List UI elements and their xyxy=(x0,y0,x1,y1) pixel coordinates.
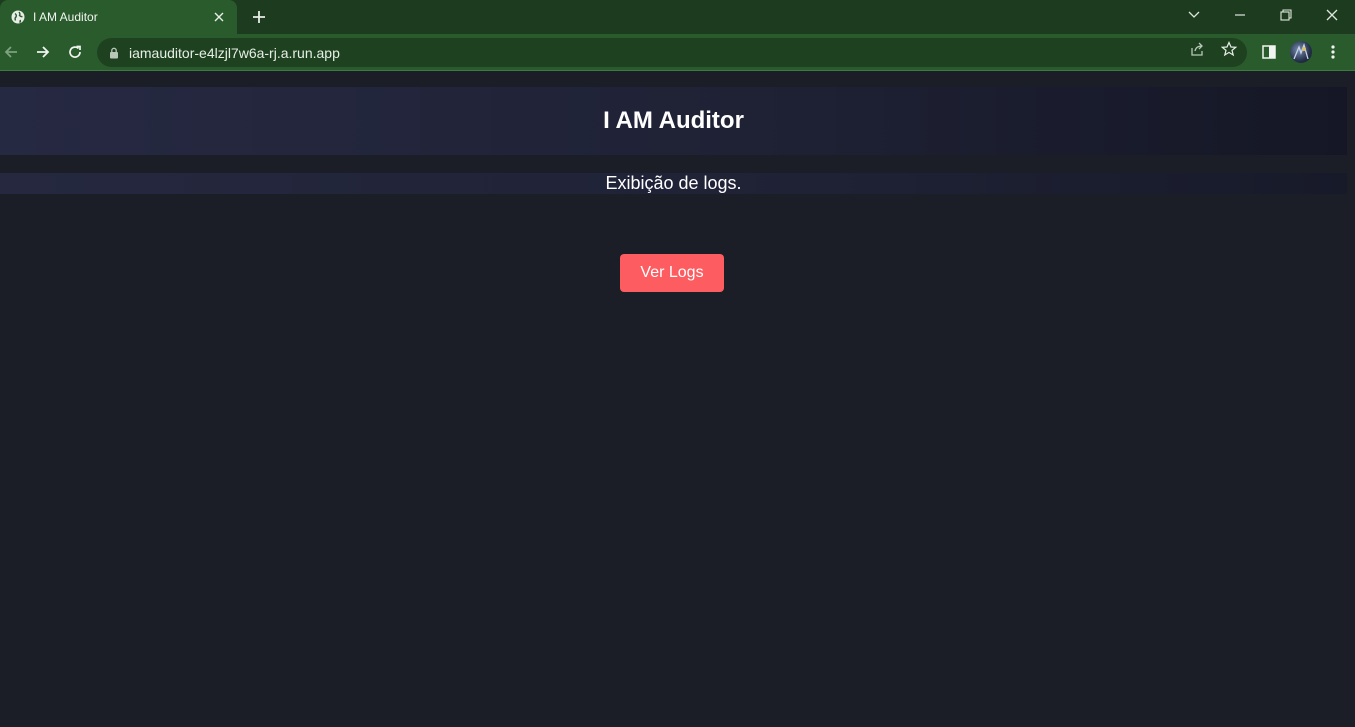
subtitle-bar: Exibição de logs. xyxy=(0,173,1347,194)
page-content: I AM Auditor Exibição de logs. Ver Logs xyxy=(0,72,1355,727)
profile-avatar[interactable] xyxy=(1290,41,1312,63)
forward-icon[interactable] xyxy=(32,41,54,63)
page-title: I AM Auditor xyxy=(603,107,744,134)
browser-toolbar: iamauditor-e4lzjl7w6a-rj.a.run.app xyxy=(0,34,1355,71)
globe-icon xyxy=(10,9,26,25)
menu-kebab-icon[interactable] xyxy=(1323,42,1343,62)
page-subtitle: Exibição de logs. xyxy=(605,173,742,193)
bookmark-star-icon[interactable] xyxy=(1220,40,1238,58)
ver-logs-button[interactable]: Ver Logs xyxy=(620,254,724,292)
reload-icon[interactable] xyxy=(64,41,86,63)
page-header: I AM Auditor xyxy=(0,87,1347,155)
url-text: iamauditor-e4lzjl7w6a-rj.a.run.app xyxy=(129,44,340,61)
tab-title: I AM Auditor xyxy=(33,10,98,24)
side-panel-icon[interactable] xyxy=(1259,42,1279,62)
restore-icon[interactable] xyxy=(1274,5,1298,25)
close-tab-icon[interactable] xyxy=(211,9,227,25)
minimize-icon[interactable] xyxy=(1228,5,1252,25)
close-window-icon[interactable] xyxy=(1320,5,1344,25)
share-icon[interactable] xyxy=(1188,40,1206,58)
tab-search-icon[interactable] xyxy=(1182,5,1206,25)
address-bar[interactable]: iamauditor-e4lzjl7w6a-rj.a.run.app xyxy=(97,38,1247,67)
new-tab-icon[interactable] xyxy=(249,7,269,27)
lock-icon[interactable] xyxy=(109,47,119,59)
browser-tab[interactable]: I AM Auditor xyxy=(0,0,237,34)
tab-strip: I AM Auditor xyxy=(0,0,1355,34)
back-icon[interactable] xyxy=(0,41,22,63)
